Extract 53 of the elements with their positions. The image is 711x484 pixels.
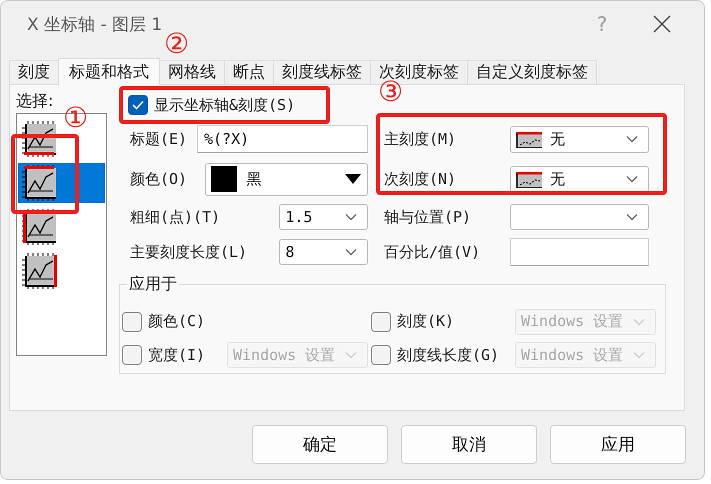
tab[interactable]: 自定义刻度标签 xyxy=(467,60,597,84)
step-number: ① xyxy=(63,104,88,132)
close-icon[interactable] xyxy=(653,15,671,33)
tick-preview-icon xyxy=(516,130,542,148)
checkbox-label: 刻度线长度(G) xyxy=(397,346,500,364)
tick-dropdown[interactable]: 无 xyxy=(510,126,649,152)
caret-icon xyxy=(626,135,638,143)
caret-icon xyxy=(345,213,357,221)
text-field[interactable]: %(?X) xyxy=(197,125,368,153)
checkbox[interactable] xyxy=(371,312,391,332)
dialog-button[interactable]: 应用 xyxy=(550,425,686,464)
checkbox[interactable] xyxy=(122,345,142,365)
checkbox[interactable] xyxy=(122,312,142,332)
caret-icon xyxy=(633,351,645,359)
dialog-button[interactable]: 取消 xyxy=(401,425,537,464)
axis-list-item[interactable] xyxy=(18,163,105,203)
step-number: ② xyxy=(164,30,190,58)
dropdown[interactable]: 1.5 xyxy=(279,204,368,230)
dialog-button[interactable]: 确定 xyxy=(252,425,388,464)
field-label: 次刻度(N) xyxy=(384,170,458,188)
checkbox[interactable] xyxy=(371,345,391,365)
field-label: 轴与位置(P) xyxy=(384,208,472,226)
checkbox[interactable] xyxy=(128,95,148,115)
axis-icon xyxy=(20,207,58,247)
field-label: 颜色(O) xyxy=(130,170,188,188)
checkbox-label: 宽度(I) xyxy=(148,346,206,364)
field-label: 主要刻度长度(L) xyxy=(130,242,248,262)
tab[interactable]: 刻度 xyxy=(9,60,59,84)
caret-icon xyxy=(345,248,357,256)
selection-label: 选择: xyxy=(16,90,54,112)
tick-preview-icon xyxy=(516,170,542,188)
checkmark-icon xyxy=(132,100,144,110)
caret-icon xyxy=(633,318,645,326)
caret-icon xyxy=(626,175,638,183)
field-label: 主刻度(M) xyxy=(384,130,458,148)
checkbox-label: 显示坐标轴&刻度(S) xyxy=(154,96,296,114)
axis-icon xyxy=(20,163,58,203)
dropdown-arrow-icon xyxy=(345,174,361,184)
color-dropdown[interactable]: 黑 xyxy=(204,162,368,196)
checkbox-label: 颜色(C) xyxy=(148,312,206,331)
tab[interactable]: 标题和格式 xyxy=(58,58,160,85)
caret-icon xyxy=(345,351,357,359)
field-label: 标题(E) xyxy=(130,130,188,148)
field-label: 百分比/值(V) xyxy=(384,242,482,262)
dropdown[interactable]: 8 xyxy=(279,239,368,265)
tick-dropdown[interactable]: 无 xyxy=(510,166,649,192)
text-field[interactable] xyxy=(510,238,649,266)
caret-icon xyxy=(626,213,638,221)
field-label: 粗细(点)(T) xyxy=(130,208,222,226)
color-swatch xyxy=(210,166,237,192)
checkbox-label: 刻度(K) xyxy=(397,312,454,331)
window-title: X 坐标轴 - 图层 1 xyxy=(27,14,164,36)
axis-icon xyxy=(20,251,58,291)
